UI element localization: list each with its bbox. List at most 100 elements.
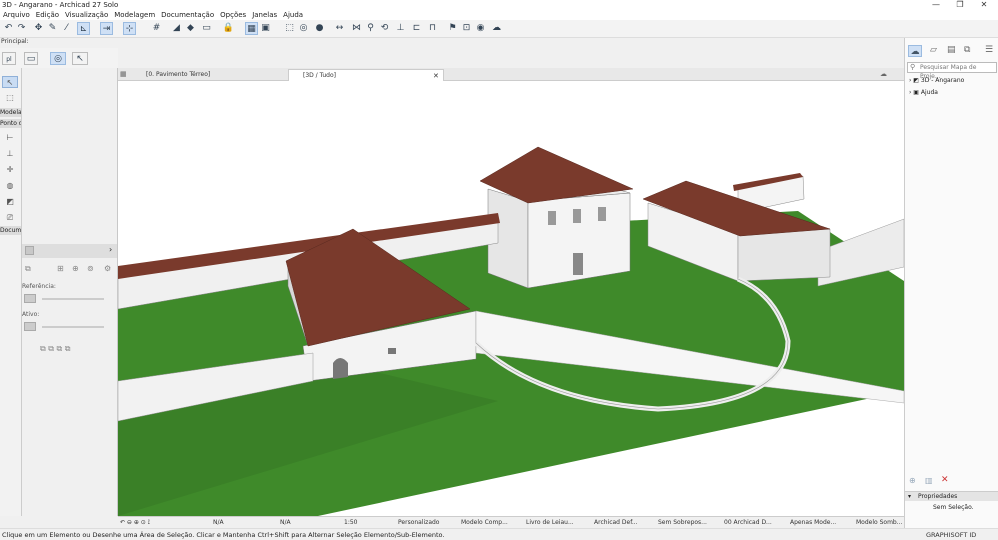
tab-3d-tudo[interactable]: [3D / Tudo] ✕	[288, 69, 444, 81]
folder-icon[interactable]: ▥	[925, 476, 933, 485]
layout-book-icon[interactable]: ▤	[947, 45, 956, 55]
group-icon[interactable]: ▣	[259, 22, 272, 35]
grid-view-icon[interactable]: ▦	[120, 70, 127, 78]
magic-wand-icon[interactable]: ⚲	[364, 22, 377, 35]
globe-icon[interactable]: ◍	[2, 180, 18, 192]
trace-icon[interactable]: ◆	[184, 22, 197, 35]
options-icon[interactable]: ☰	[985, 45, 993, 55]
search-icon: ⚲	[910, 63, 916, 71]
tree-item-ajuda[interactable]: › ▣ Ajuda	[909, 88, 938, 97]
flag-icon[interactable]: ⚑	[446, 22, 459, 35]
guide-lines-icon[interactable]: ⇥	[100, 22, 113, 35]
dimension-tool-icon[interactable]: ⊢	[2, 132, 18, 144]
principal-toolbar: pl ▭ ◎ ↖	[0, 48, 118, 68]
info-box: › ⧉ ⊞ ⊕ ⊚ ⚙ Referência: Ativo: ⧉ ⧉ ⧉ ⧉	[22, 68, 118, 516]
close-icon[interactable]: ✕	[972, 0, 996, 10]
add-viewpoint-icon[interactable]: ⊕	[909, 476, 916, 485]
standard-toolbar: ↶ ↷ ✥ ✎ ⁄ ⊾ ⇥ ⊹ # ◢ ◆ ▭ 🔒 ▦ ▣ ⬚ ◎ ● ↔ ⋈ …	[0, 20, 998, 38]
villa-window	[548, 211, 556, 225]
suspend-groups-icon[interactable]: ▦	[245, 22, 258, 35]
menu-ajuda[interactable]: Ajuda	[280, 10, 306, 20]
tab-label: [0. Pavimento Térreo]	[146, 71, 211, 78]
menu-modelagem[interactable]: Modelagem	[111, 10, 158, 20]
ativo-label: Ativo:	[22, 311, 40, 318]
cloud-share-icon[interactable]: ☁	[490, 22, 503, 35]
3d-model-render	[118, 146, 904, 516]
view-map-icon[interactable]: ▱	[930, 45, 937, 55]
title-bar: 3D - Angarano - Archicad 27 Solo — ❐ ✕	[0, 0, 998, 10]
arrow-icon[interactable]: ↖	[2, 76, 18, 88]
lock-icon[interactable]: 🔒	[222, 22, 235, 35]
adjust-icon[interactable]: ⊏	[410, 22, 423, 35]
plan-icon[interactable]: pl	[2, 52, 16, 65]
toolbox-group-ponto[interactable]: Ponto d	[0, 119, 21, 128]
gravity-icon[interactable]: ◢	[170, 22, 183, 35]
split-icon[interactable]: ⊥	[394, 22, 407, 35]
mirror-icon[interactable]: ⋈	[350, 22, 363, 35]
delete-icon[interactable]: ✕	[941, 475, 949, 485]
layer-icon[interactable]: ▭	[200, 22, 213, 35]
menu-janelas[interactable]: Janelas	[249, 10, 280, 20]
menu-opcoes[interactable]: Opções	[217, 10, 249, 20]
render-icon[interactable]: ◉	[474, 22, 487, 35]
villa-door	[573, 253, 583, 275]
pin-icon[interactable]: ⊕	[72, 264, 79, 273]
eye-icon[interactable]	[24, 294, 36, 303]
dimension-icon[interactable]: ↔	[333, 22, 346, 35]
hotspot-icon[interactable]: ✛	[2, 164, 18, 176]
minimize-icon[interactable]: —	[924, 0, 948, 10]
menu-visualizacao[interactable]: Visualização	[62, 10, 111, 20]
eye-icon[interactable]	[24, 322, 36, 331]
menu-documentacao[interactable]: Documentação	[158, 10, 217, 20]
toolbox-group-modelagem[interactable]: Modelag	[0, 108, 21, 117]
level-dimension-icon[interactable]: ⊥	[2, 148, 18, 160]
maximize-icon[interactable]: ❐	[948, 0, 972, 10]
section-icon[interactable]: ⊡	[460, 22, 473, 35]
window-title: 3D - Angarano - Archicad 27 Solo	[2, 1, 119, 9]
wall-icon[interactable]: ⧉	[25, 264, 31, 274]
undo-icon[interactable]: ↶	[2, 22, 15, 35]
3d-view-icon[interactable]: ◎	[50, 52, 66, 65]
search-input[interactable]: ⚲ Pesquisar Mapa de Proje...	[907, 62, 997, 80]
referencia-slider[interactable]	[42, 298, 104, 300]
redo-icon[interactable]: ↷	[15, 22, 28, 35]
menu-edicao[interactable]: Edição	[33, 10, 62, 20]
section-view-icon[interactable]: ▭	[24, 52, 38, 65]
properties-header[interactable]: ▾ Propriedades	[905, 491, 998, 501]
menu-arquivo[interactable]: Arquivo	[0, 10, 33, 20]
3d-style-icon[interactable]: ●	[313, 22, 326, 35]
publisher-icon[interactable]: ⧉	[964, 45, 970, 55]
project-map-icon[interactable]: ☁	[908, 45, 922, 57]
figure-icon[interactable]: ◩	[2, 196, 18, 208]
graphisoft-id[interactable]: GRAPHISOFT ID	[924, 529, 976, 540]
arrow-tool-icon[interactable]: ↖	[72, 52, 88, 65]
cloud-icon[interactable]: ☁	[880, 70, 887, 78]
navigator-panel: ☁ ▱ ▤ ⧉ ☰ ⚲ Pesquisar Mapa de Proje... ›…	[904, 38, 998, 528]
tab-pavimento-terreo[interactable]: [0. Pavimento Térreo]	[132, 69, 286, 81]
grid-icon[interactable]: #	[150, 22, 163, 35]
marquee-icon[interactable]: ⬚	[283, 22, 296, 35]
toolbox: ↖ ⬚ Modelag Ponto d ⊢ ⊥ ✛ ◍ ◩ ⎚ Docume	[0, 68, 22, 516]
orbit-icon[interactable]: ◎	[297, 22, 310, 35]
pavilion-arch	[333, 358, 348, 379]
view-tab-bar: ▦ [0. Pavimento Térreo] [3D / Tudo] ✕ ☁	[118, 68, 904, 81]
chevron-right-icon[interactable]: ›	[109, 245, 112, 254]
syringe-icon[interactable]: ✎	[46, 22, 59, 35]
layer-option-icon[interactable]: ⧉ ⧉ ⧉ ⧉	[40, 344, 70, 354]
pick-up-icon[interactable]: ✥	[32, 22, 45, 35]
marquee-tool-icon[interactable]: ⬚	[2, 92, 18, 104]
status-bar: ↶ ⊖ ⊕ ⊙ ⟟ N/A N/A 1:50 Personalizado Mod…	[118, 516, 904, 528]
intersect-icon[interactable]: ⊓	[426, 22, 439, 35]
snap-guides-icon[interactable]: ⊾	[77, 22, 90, 35]
ativo-slider[interactable]	[42, 326, 104, 328]
add-icon[interactable]: ⊞	[57, 264, 64, 273]
refresh-icon[interactable]: ⊚	[87, 264, 94, 273]
settings-icon[interactable]: ⚙	[104, 264, 111, 273]
toolbox-group-documentacao[interactable]: Docume	[0, 226, 21, 235]
camera-icon[interactable]: ⎚	[2, 212, 18, 224]
offset-icon[interactable]: ⟲	[378, 22, 391, 35]
selection-mode-icon[interactable]: ⊹	[123, 22, 136, 35]
inject-icon[interactable]: ⁄	[60, 22, 73, 35]
tree-item-3d[interactable]: › ◩ 3D - Angarano	[909, 76, 964, 85]
3d-viewport[interactable]	[118, 81, 904, 516]
